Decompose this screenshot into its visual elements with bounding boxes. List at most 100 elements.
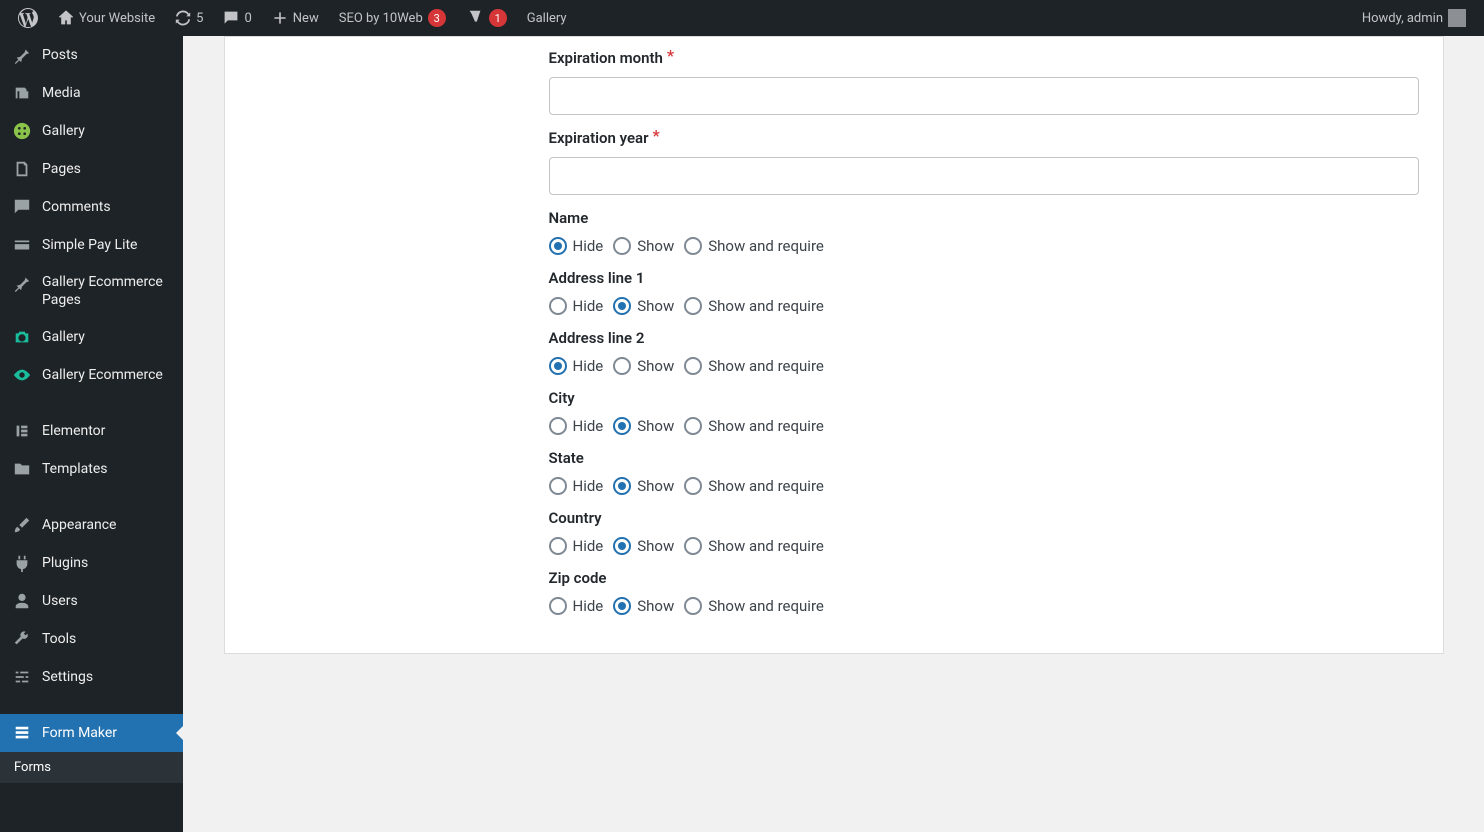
sidebar-item-elementor[interactable]: Elementor — [0, 412, 183, 450]
pin-icon — [12, 45, 32, 65]
radio-input[interactable] — [613, 297, 631, 315]
radio-option-hide[interactable]: Hide — [549, 477, 604, 495]
updates-icon — [175, 10, 191, 26]
radio-input[interactable] — [613, 597, 631, 615]
radio-input[interactable] — [613, 417, 631, 435]
radio-option-show_require[interactable]: Show and require — [684, 477, 824, 495]
sidebar-item-comments[interactable]: Comments — [0, 188, 183, 226]
seo-link[interactable]: SEO by 10Web 3 — [331, 0, 454, 36]
radio-option-show[interactable]: Show — [613, 477, 674, 495]
home-icon — [58, 10, 74, 26]
expiration-year-input[interactable] — [549, 157, 1419, 195]
radio-input[interactable] — [549, 417, 567, 435]
radio-label: Show — [637, 477, 674, 495]
radio-label: Show and require — [708, 357, 824, 375]
sidebar-item-simple-pay[interactable]: Simple Pay Lite — [0, 226, 183, 264]
sidebar-item-label: Plugins — [42, 554, 88, 572]
radio-option-hide[interactable]: Hide — [549, 537, 604, 555]
field-label-text: Country — [549, 509, 1419, 527]
radio-input[interactable] — [684, 597, 702, 615]
sidebar-item-form-maker[interactable]: Form Maker — [0, 714, 183, 752]
radio-input[interactable] — [613, 537, 631, 555]
wrench-icon — [12, 629, 32, 649]
radio-option-show[interactable]: Show — [613, 537, 674, 555]
menu-separator — [0, 394, 183, 412]
form-icon — [12, 723, 32, 743]
yoast-link[interactable]: 1 — [458, 0, 515, 36]
radio-input[interactable] — [549, 597, 567, 615]
sidebar-item-tools[interactable]: Tools — [0, 620, 183, 658]
sidebar-subitem-forms[interactable]: Forms — [0, 752, 183, 783]
sidebar-item-users[interactable]: Users — [0, 582, 183, 620]
radio-option-show[interactable]: Show — [613, 597, 674, 615]
radio-option-show_require[interactable]: Show and require — [684, 357, 824, 375]
radio-input[interactable] — [613, 357, 631, 375]
comments-link[interactable]: 0 — [215, 0, 259, 36]
radio-option-show_require[interactable]: Show and require — [684, 537, 824, 555]
radio-option-show_require[interactable]: Show and require — [684, 417, 824, 435]
radio-input[interactable] — [549, 297, 567, 315]
adminbar-gallery[interactable]: Gallery — [519, 0, 575, 36]
radio-group: Hide Show Show and require — [549, 357, 1419, 375]
radio-option-show[interactable]: Show — [613, 417, 674, 435]
site-link[interactable]: Your Website — [50, 0, 163, 36]
field-label-text: Name — [549, 209, 1419, 227]
radio-option-show_require[interactable]: Show and require — [684, 237, 824, 255]
sidebar-item-settings[interactable]: Settings — [0, 658, 183, 696]
new-label: New — [293, 11, 319, 26]
radio-group: Hide Show Show and require — [549, 537, 1419, 555]
radio-input[interactable] — [549, 237, 567, 255]
user-icon — [12, 591, 32, 611]
sidebar-item-gallery-2[interactable]: Gallery — [0, 318, 183, 356]
wp-logo[interactable] — [10, 0, 46, 36]
sidebar-item-media[interactable]: Media — [0, 74, 183, 112]
radio-option-hide[interactable]: Hide — [549, 237, 604, 255]
radio-input[interactable] — [684, 237, 702, 255]
radio-option-hide[interactable]: Hide — [549, 597, 604, 615]
sidebar-item-templates[interactable]: Templates — [0, 450, 183, 488]
radio-input[interactable] — [549, 477, 567, 495]
radio-option-show[interactable]: Show — [613, 297, 674, 315]
sidebar-item-label: Templates — [42, 460, 108, 478]
radio-input[interactable] — [684, 357, 702, 375]
radio-input[interactable] — [684, 297, 702, 315]
radio-input[interactable] — [549, 357, 567, 375]
sidebar-item-gallery-ecom-pages[interactable]: Gallery Ecommerce Pages — [0, 264, 183, 318]
sidebar-item-gallery-ecom[interactable]: Gallery Ecommerce — [0, 356, 183, 394]
new-link[interactable]: New — [264, 0, 327, 36]
radio-label: Show and require — [708, 297, 824, 315]
field-label-text: Expiration month — [549, 49, 663, 67]
radio-option-hide[interactable]: Hide — [549, 417, 604, 435]
radio-option-show_require[interactable]: Show and require — [684, 297, 824, 315]
form-fields: Expiration month * Expiration year * Nam… — [549, 49, 1419, 615]
radio-input[interactable] — [549, 537, 567, 555]
admin-bar-left: Your Website 5 0 New SEO by 10Web 3 1 Ga… — [10, 0, 575, 36]
sidebar-item-posts[interactable]: Posts — [0, 36, 183, 74]
account-link[interactable]: Howdy, admin — [1354, 0, 1474, 36]
field-visibility: Zip codeHideShowShow and require — [549, 569, 1419, 615]
radio-input[interactable] — [684, 417, 702, 435]
radio-input[interactable] — [613, 237, 631, 255]
expiration-month-input[interactable] — [549, 77, 1419, 115]
sidebar-item-gallery-1[interactable]: Gallery — [0, 112, 183, 150]
sidebar-item-pages[interactable]: Pages — [0, 150, 183, 188]
radio-input[interactable] — [684, 537, 702, 555]
radio-option-hide[interactable]: Hide — [549, 297, 604, 315]
radio-input[interactable] — [684, 477, 702, 495]
radio-option-show[interactable]: Show — [613, 237, 674, 255]
radio-option-hide[interactable]: Hide — [549, 357, 604, 375]
site-name: Your Website — [79, 11, 155, 26]
radio-option-show[interactable]: Show — [613, 357, 674, 375]
sliders-icon — [12, 667, 32, 687]
sidebar-item-plugins[interactable]: Plugins — [0, 544, 183, 582]
camera-icon — [12, 327, 32, 347]
updates-link[interactable]: 5 — [167, 0, 211, 36]
radio-input[interactable] — [613, 477, 631, 495]
sidebar-item-label: Gallery Ecommerce — [42, 366, 163, 384]
sidebar-item-appearance[interactable]: Appearance — [0, 506, 183, 544]
field-visibility: StateHideShowShow and require — [549, 449, 1419, 495]
radio-option-show_require[interactable]: Show and require — [684, 597, 824, 615]
radio-label: Show — [637, 297, 674, 315]
radio-label: Show and require — [708, 417, 824, 435]
seo-badge: 3 — [428, 9, 446, 27]
